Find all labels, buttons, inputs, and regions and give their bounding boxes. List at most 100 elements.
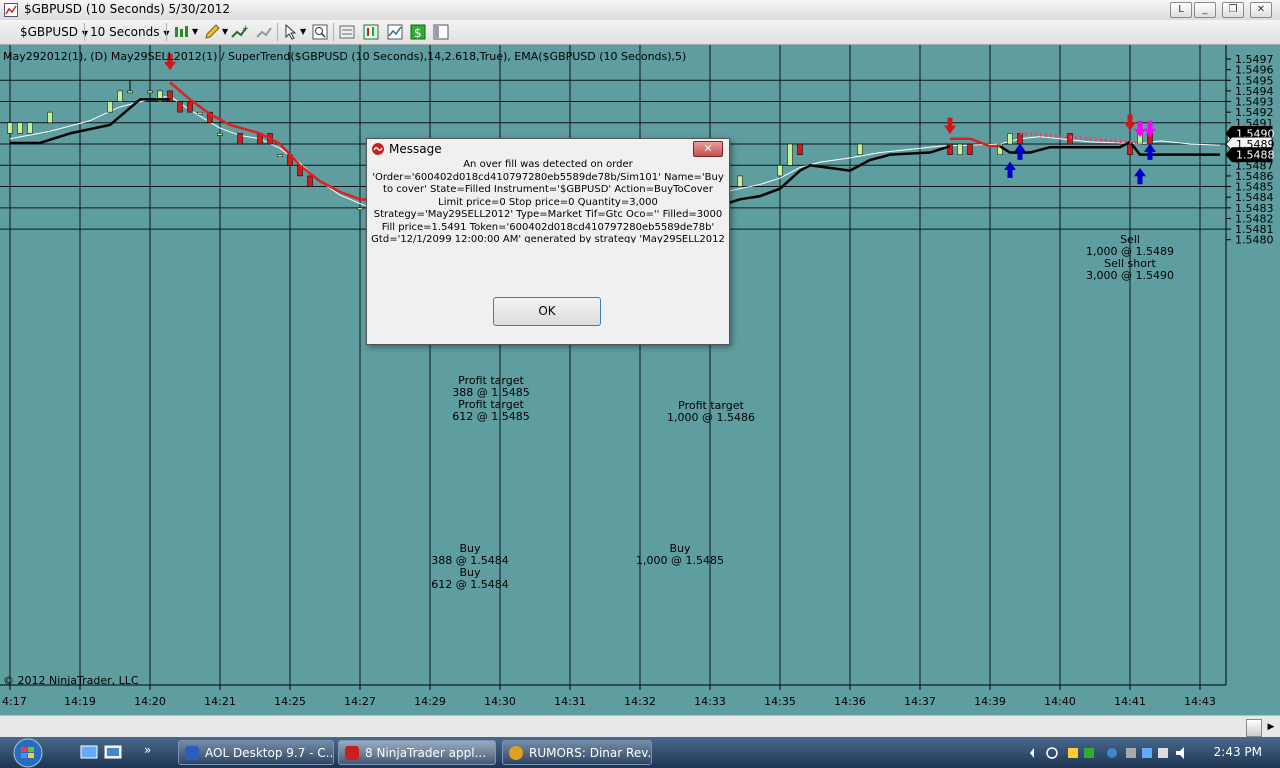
cursor-icon[interactable] (282, 23, 300, 41)
maximize-button[interactable]: ❐ (1222, 2, 1244, 18)
dialog-titlebar: Message ✕ (367, 139, 729, 159)
link-button[interactable]: L (1170, 2, 1192, 18)
scroll-right-icon[interactable]: ▶ (1264, 719, 1278, 735)
toolbar-divider (277, 23, 278, 41)
x-tick-label: 14:21 (204, 695, 236, 708)
up-bar (17, 122, 23, 134)
up-bar (787, 143, 793, 166)
dialog-message-line: Strategy='May29SELL2012' Type=Market Tif… (373, 209, 723, 220)
x-tick-label: 14:35 (764, 695, 796, 708)
chart-toolbar: $GBPUSD ▼ 10 Seconds ▼ ▼ ▼ + ▼ $ (0, 20, 1280, 45)
chevron-down-icon[interactable]: ▼ (192, 23, 198, 41)
x-tick-label: 14:33 (694, 695, 726, 708)
scrollbar-thumb[interactable] (1246, 719, 1262, 737)
dialog-title: Message (389, 142, 442, 156)
start-button-icon[interactable] (8, 738, 48, 768)
up-bar (1007, 133, 1013, 145)
interval-select[interactable]: 10 Seconds ▼ (90, 23, 169, 41)
toolbar-divider (84, 23, 85, 41)
x-tick-label: 14:29 (414, 695, 446, 708)
up-bar (27, 122, 33, 134)
x-tick-label: 14:30 (484, 695, 516, 708)
down-bar (187, 101, 193, 113)
minimize-button[interactable]: _ (1194, 2, 1216, 18)
up-bar (127, 90, 133, 94)
close-button[interactable]: ✕ (1250, 2, 1272, 18)
chart-trader-icon[interactable] (362, 23, 380, 41)
taskbar-clock: 2:43 PM (1213, 745, 1262, 759)
ninjatrader-icon (345, 746, 359, 760)
x-tick-label: 4:17 (2, 695, 27, 708)
task-rumors[interactable]: RUMORS: Dinar Rev... (502, 740, 652, 765)
properties-icon[interactable] (338, 23, 356, 41)
profit-target-label: 612 @ 1.5485 (452, 410, 529, 423)
taskbar: » AOL Desktop 9.7 - C... 8 NinjaTrader a… (0, 737, 1280, 768)
x-tick-label: 14:39 (974, 695, 1006, 708)
window-titlebar: $GBPUSD (10 Seconds) 5/30/2012 L _ ❐ ✕ (0, 0, 1280, 21)
panel-icon[interactable] (432, 23, 450, 41)
ninjatrader-icon (372, 143, 384, 155)
up-bar (777, 165, 783, 177)
buy-label: 1,000 @ 1.5485 (636, 554, 724, 567)
dialog-message: An over fill was detected on order 'Orde… (371, 159, 725, 243)
down-bar (967, 143, 973, 155)
window-title: $GBPUSD (10 Seconds) 5/30/2012 (24, 2, 231, 16)
system-tray-icons[interactable] (1028, 745, 1208, 761)
x-tick-label: 14:27 (344, 695, 376, 708)
x-tick-label: 14:25 (274, 695, 306, 708)
up-bar (147, 90, 153, 94)
add-indicator-icon[interactable]: + (230, 23, 248, 41)
bar-style-icon[interactable] (172, 23, 190, 41)
strategy-icon[interactable] (255, 23, 273, 41)
dialog-message-line: Gtd='12/1/2099 12:00:00 AM' generated by… (371, 234, 725, 243)
x-tick-label: 14:19 (64, 695, 96, 708)
data-box-icon[interactable] (386, 23, 404, 41)
svg-text:$: $ (414, 26, 422, 40)
up-bar (117, 90, 123, 102)
dialog-close-button[interactable]: ✕ (693, 141, 723, 157)
x-tick-label: 14:36 (834, 695, 866, 708)
down-bar (797, 143, 803, 155)
chart-scrollbar[interactable]: ▶ (0, 715, 1280, 738)
up-bar (7, 122, 13, 134)
profit-target-label: 1,000 @ 1.5486 (667, 411, 755, 424)
x-tick-label: 14:32 (624, 695, 656, 708)
buy-label: 612 @ 1.5484 (431, 578, 508, 591)
task-ninjatrader[interactable]: 8 NinjaTrader appl... (338, 740, 496, 765)
dialog-message-line: An over fill was detected on order (463, 159, 633, 170)
message-dialog: Message ✕ An over fill was detected on o… (366, 138, 730, 345)
copyright-label: © 2012 NinjaTrader, LLC (3, 674, 139, 687)
chart-app-icon (4, 3, 18, 17)
x-tick-label: 14:41 (1114, 695, 1146, 708)
overflow-icon[interactable]: » (144, 743, 151, 757)
dialog-message-line: Limit price=0 Stop price=0 Quantity=3,00… (438, 196, 658, 208)
up-bar (217, 133, 223, 136)
up-bar (857, 143, 863, 155)
x-tick-label: 14:43 (1184, 695, 1216, 708)
explorer-icon[interactable] (104, 745, 122, 761)
zoom-icon[interactable] (311, 23, 329, 41)
y-tick-label: 1.5480 (1235, 234, 1274, 247)
svg-text:+: + (242, 24, 248, 34)
toolbar-divider (166, 23, 167, 41)
pencil-icon[interactable] (203, 23, 221, 41)
toolbar-divider (333, 23, 334, 41)
up-bar (957, 143, 963, 155)
x-tick-label: 14:40 (1044, 695, 1076, 708)
dialog-message-line: Fill price=1.5491 Token='600402d018cd410… (381, 221, 715, 233)
aol-icon (185, 746, 199, 760)
dialog-message-line: to cover' State=Filled Instrument='$GBPU… (383, 184, 713, 195)
chevron-down-icon[interactable]: ▼ (300, 23, 306, 41)
chart-indicator-header: May292012(1), (D) May29SELL2012(1) / Sup… (3, 50, 687, 63)
task-aol-desktop[interactable]: AOL Desktop 9.7 - C... (178, 740, 334, 765)
down-bar (177, 101, 183, 113)
dollar-icon[interactable]: $ (409, 23, 427, 41)
up-bar (197, 111, 203, 115)
down-bar (237, 133, 243, 145)
instrument-select[interactable]: $GBPUSD ▼ (20, 23, 88, 41)
show-desktop-icon[interactable] (80, 745, 98, 761)
ok-button[interactable]: OK (493, 297, 601, 326)
chevron-down-icon[interactable]: ▼ (222, 23, 228, 41)
price-badge-label: 1.5488 (1236, 149, 1275, 162)
x-tick-label: 14:31 (554, 695, 586, 708)
